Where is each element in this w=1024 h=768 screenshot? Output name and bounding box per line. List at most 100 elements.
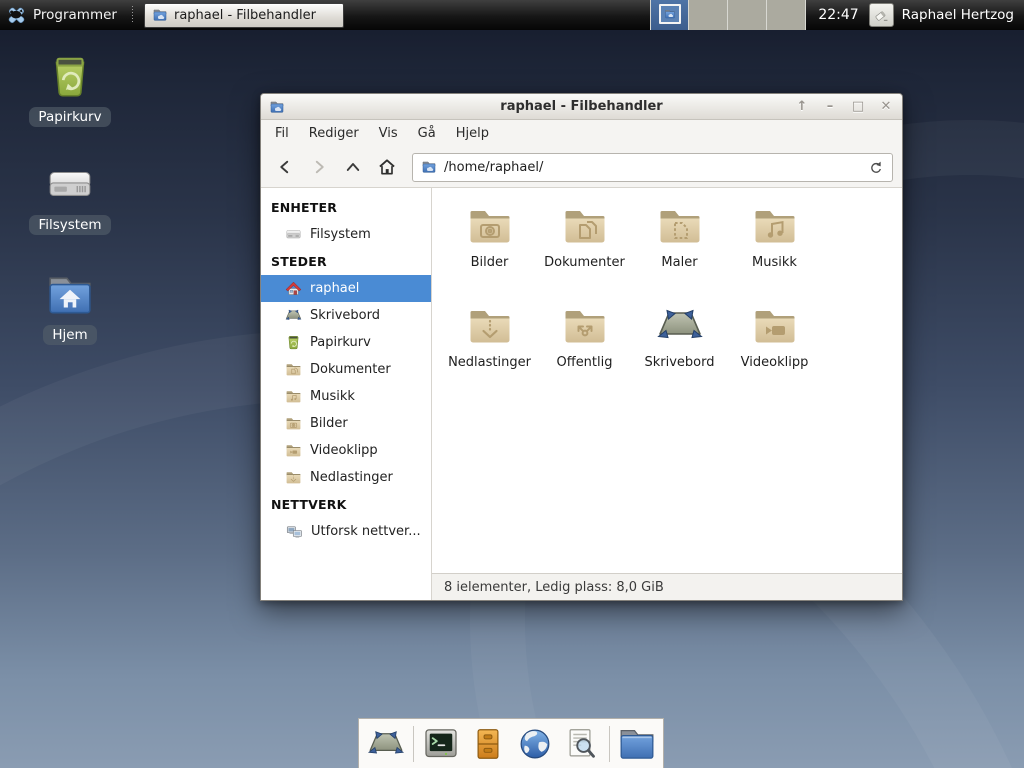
- folder-share-icon: [561, 302, 609, 350]
- file-manager-icon: [152, 7, 168, 23]
- folder-music-icon: [751, 202, 799, 250]
- sidebar-item-papirkurv[interactable]: Papirkurv: [261, 329, 431, 356]
- forward-button[interactable]: [304, 153, 334, 181]
- sidebar-item-nedlastinger[interactable]: Nedlastinger: [261, 464, 431, 491]
- file-item-dokumenter[interactable]: Dokumenter: [537, 202, 632, 302]
- sidebar-header-devices: ENHETER: [261, 194, 431, 221]
- sidebar-item-label: Musikk: [310, 389, 355, 404]
- menu-bar: Fil Rediger Vis Gå Hjelp: [261, 120, 902, 147]
- shade-button[interactable]: ↑: [794, 99, 810, 114]
- app-search-launcher[interactable]: [562, 724, 602, 764]
- sidebar-item-raphael[interactable]: raphael: [261, 275, 431, 302]
- path-text: /home/raphael/: [444, 160, 543, 175]
- sidebar-item-filesystem[interactable]: Filsystem: [261, 221, 431, 248]
- folder-downloads-icon: [285, 469, 302, 486]
- workspace-3[interactable]: [728, 0, 767, 30]
- sidebar-item-bilder[interactable]: Bilder: [261, 410, 431, 437]
- menu-fil[interactable]: Fil: [265, 122, 299, 145]
- file-cabinet-launcher[interactable]: [468, 724, 508, 764]
- sidebar-header-places: STEDER: [261, 248, 431, 275]
- sidebar-item-musikk[interactable]: Musikk: [261, 383, 431, 410]
- taskbar-window-title: raphael - Filbehandler: [174, 8, 316, 23]
- folder-icon: [617, 724, 657, 764]
- desktop-icon-home[interactable]: Hjem: [18, 270, 122, 345]
- web-browser-launcher[interactable]: [515, 724, 555, 764]
- applications-menu-button[interactable]: Programmer: [0, 0, 127, 30]
- taskbar-window-button[interactable]: raphael - Filbehandler: [144, 3, 344, 28]
- sidebar-item-videoklipp[interactable]: Videoklipp: [261, 437, 431, 464]
- folder-templates-icon: [656, 202, 704, 250]
- desktop-icon: [656, 302, 704, 350]
- desktop-icon-trash[interactable]: Papirkurv: [18, 52, 122, 127]
- file-item-label: Maler: [661, 255, 697, 270]
- top-panel: Programmer raphael - Filbehandler 22:47 …: [0, 0, 1024, 30]
- sidebar-item-label: Bilder: [310, 416, 348, 431]
- xfce-logo-icon: [6, 5, 27, 26]
- drive-icon: [45, 160, 95, 210]
- file-item-maler[interactable]: Maler: [632, 202, 727, 302]
- file-manager-window: raphael - Filbehandler ↑ – □ ✕ Fil Redig…: [260, 93, 903, 601]
- window-titlebar[interactable]: raphael - Filbehandler ↑ – □ ✕: [261, 94, 902, 120]
- home-folder-icon: [45, 270, 95, 320]
- menu-rediger[interactable]: Rediger: [299, 122, 369, 145]
- path-field[interactable]: /home/raphael/: [412, 153, 893, 182]
- file-manager-launcher[interactable]: [617, 724, 657, 764]
- file-view[interactable]: Bilder Dokumenter Maler Musikk Nedlastin…: [432, 188, 902, 600]
- file-item-skrivebord[interactable]: Skrivebord: [632, 302, 727, 402]
- user-name-label[interactable]: Raphael Hertzog: [902, 7, 1014, 23]
- folder-videos-icon: [751, 302, 799, 350]
- reload-icon[interactable]: [868, 159, 884, 175]
- menu-hjelp[interactable]: Hjelp: [446, 122, 499, 145]
- file-item-bilder[interactable]: Bilder: [442, 202, 537, 302]
- drive-icon: [285, 226, 302, 243]
- dock-separator: [413, 726, 414, 762]
- home-icon: [377, 157, 397, 177]
- forward-icon: [310, 158, 328, 176]
- folder-pictures-icon: [285, 415, 302, 432]
- file-item-label: Bilder: [471, 255, 509, 270]
- menu-vis[interactable]: Vis: [369, 122, 408, 145]
- desktop-icon-filesystem[interactable]: Filsystem: [18, 160, 122, 235]
- panel-clock: 22:47: [818, 7, 858, 23]
- status-bar: 8 ielementer, Ledig plass: 8,0 GiB: [432, 573, 902, 600]
- folder-pictures-icon: [466, 202, 514, 250]
- file-item-offentlig[interactable]: Offentlig: [537, 302, 632, 402]
- up-button[interactable]: [338, 153, 368, 181]
- sidebar-item-dokumenter[interactable]: Dokumenter: [261, 356, 431, 383]
- file-grid: Bilder Dokumenter Maler Musikk Nedlastin…: [432, 188, 902, 573]
- session-action-button[interactable]: [869, 3, 894, 27]
- workspace-4[interactable]: [767, 0, 806, 30]
- sidebar-item-network[interactable]: Utforsk nettver...: [261, 518, 431, 545]
- close-button[interactable]: ✕: [878, 99, 894, 114]
- sidebar-item-label: Skrivebord: [310, 308, 380, 323]
- file-item-videoklipp[interactable]: Videoklipp: [727, 302, 822, 402]
- back-icon: [276, 158, 294, 176]
- workspace-2[interactable]: [689, 0, 728, 30]
- workspace-1[interactable]: [650, 0, 689, 30]
- workspace-window-thumbnail: [659, 4, 681, 24]
- file-item-label: Videoklipp: [741, 355, 809, 370]
- workspace-switcher: [650, 0, 806, 30]
- file-item-musikk[interactable]: Musikk: [727, 202, 822, 302]
- trash-icon: [285, 334, 302, 351]
- sidebar-header-network: NETTVERK: [261, 491, 431, 518]
- terminal-launcher[interactable]: [421, 724, 461, 764]
- home-button[interactable]: [372, 153, 402, 181]
- file-item-nedlastinger[interactable]: Nedlastinger: [442, 302, 537, 402]
- show-desktop-icon: [367, 725, 405, 763]
- sidebar-item-label: Papirkurv: [310, 335, 371, 350]
- sidebar-item-skrivebord[interactable]: Skrivebord: [261, 302, 431, 329]
- home-icon: [285, 280, 302, 297]
- file-manager-icon: [664, 8, 676, 20]
- minimize-button[interactable]: –: [822, 99, 838, 114]
- toolbar: /home/raphael/: [261, 147, 902, 188]
- folder-documents-icon: [285, 361, 302, 378]
- sidebar-item-label: Nedlastinger: [310, 470, 393, 485]
- menu-ga[interactable]: Gå: [408, 122, 446, 145]
- back-button[interactable]: [270, 153, 300, 181]
- maximize-button[interactable]: □: [850, 99, 866, 114]
- show-desktop-button[interactable]: [366, 724, 406, 764]
- folder-videos-icon: [285, 442, 302, 459]
- desktop-icon-label: Hjem: [43, 325, 96, 345]
- status-text: 8 ielementer, Ledig plass: 8,0 GiB: [444, 580, 664, 595]
